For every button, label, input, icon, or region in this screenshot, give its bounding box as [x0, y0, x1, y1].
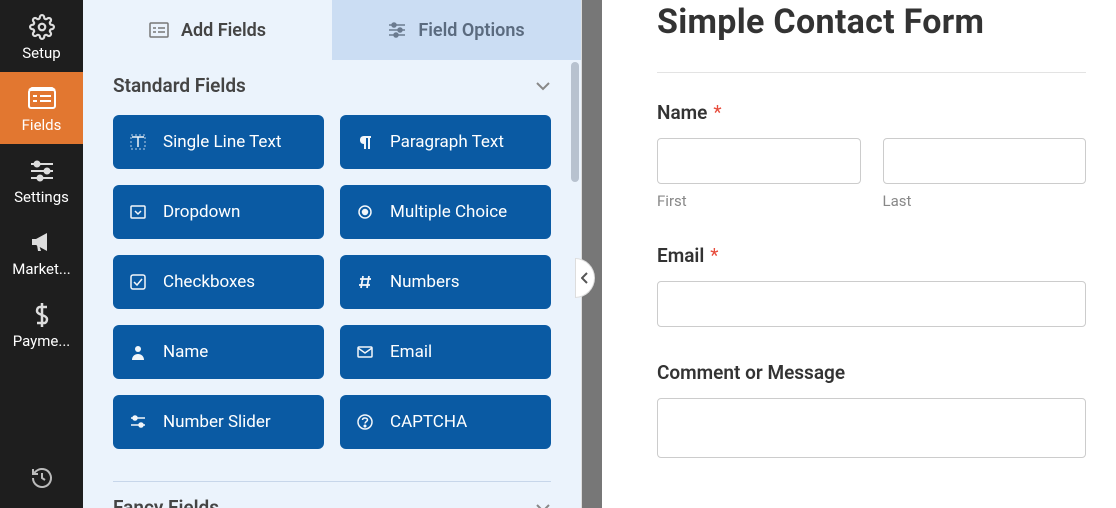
field-name[interactable]: Name	[113, 325, 324, 379]
fields-panel: Add Fields Field Options Standard Fields…	[83, 0, 582, 508]
first-sublabel: First	[657, 192, 861, 210]
field-multiple-choice[interactable]: Multiple Choice	[340, 185, 551, 239]
dollar-icon	[0, 300, 83, 330]
sliders-icon	[0, 156, 83, 186]
resize-gutter	[582, 0, 602, 508]
field-label: Paragraph Text	[390, 132, 504, 152]
radio-icon	[356, 204, 374, 220]
last-sublabel: Last	[883, 192, 1087, 210]
email-label: Email	[657, 244, 704, 267]
checkbox-icon	[129, 274, 147, 290]
history-icon	[30, 466, 54, 490]
title-divider	[657, 72, 1086, 73]
hash-icon	[356, 274, 374, 290]
field-label-row: Comment or Message	[657, 361, 1086, 384]
sidebar-item-payments[interactable]: Payme...	[0, 288, 83, 360]
first-name-input[interactable]	[657, 138, 861, 184]
field-numbers[interactable]: Numbers	[340, 255, 551, 309]
field-label: Numbers	[390, 272, 460, 292]
field-single-line-text[interactable]: Single Line Text	[113, 115, 324, 169]
field-label: Multiple Choice	[390, 202, 507, 222]
last-name-input[interactable]	[883, 138, 1087, 184]
name-label: Name	[657, 101, 707, 124]
field-label: Single Line Text	[163, 132, 281, 152]
section-fancy-fields[interactable]: Fancy Fields	[83, 482, 581, 508]
form-preview: Simple Contact Form Name * First Last Em…	[602, 0, 1116, 508]
tab-add-fields[interactable]: Add Fields	[83, 0, 332, 60]
sidebar-item-history[interactable]	[0, 448, 83, 508]
main-sidebar: Setup Fields Settings Market... Payme...	[0, 0, 83, 508]
section-standard-fields[interactable]: Standard Fields	[83, 60, 581, 103]
page-title: Simple Contact Form	[657, 2, 1086, 42]
sidebar-label: Market...	[0, 260, 83, 278]
comment-textarea[interactable]	[657, 398, 1086, 458]
panel-tabs: Add Fields Field Options	[83, 0, 581, 60]
envelope-icon	[356, 346, 374, 358]
tab-label: Field Options	[418, 20, 524, 41]
field-captcha[interactable]: CAPTCHA	[340, 395, 551, 449]
field-label: Name	[163, 342, 208, 362]
name-field-block[interactable]: Name * First Last	[657, 101, 1086, 210]
person-icon	[129, 344, 147, 360]
email-input[interactable]	[657, 281, 1086, 327]
sidebar-item-marketing[interactable]: Market...	[0, 216, 83, 288]
comment-field-block[interactable]: Comment or Message	[657, 361, 1086, 458]
sidebar-label: Fields	[0, 116, 83, 134]
required-mark: *	[713, 101, 721, 124]
field-label-row: Email *	[657, 244, 1086, 267]
paragraph-icon	[356, 134, 374, 150]
megaphone-icon	[0, 228, 83, 258]
sidebar-item-setup[interactable]: Setup	[0, 0, 83, 72]
sidebar-item-fields[interactable]: Fields	[0, 72, 83, 144]
email-field-block[interactable]: Email *	[657, 244, 1086, 327]
panel-scrollbar[interactable]	[571, 62, 579, 182]
required-mark: *	[710, 244, 718, 267]
section-title: Fancy Fields	[113, 496, 219, 508]
field-label: CAPTCHA	[390, 412, 467, 432]
comment-label: Comment or Message	[657, 361, 845, 384]
field-label: Dropdown	[163, 202, 240, 222]
chevron-down-icon	[535, 503, 551, 508]
field-checkboxes[interactable]: Checkboxes	[113, 255, 324, 309]
field-label: Email	[390, 342, 432, 362]
question-icon	[356, 414, 374, 430]
sidebar-item-settings[interactable]: Settings	[0, 144, 83, 216]
form-icon	[0, 84, 83, 114]
field-label-row: Name *	[657, 101, 1086, 124]
sidebar-label: Settings	[0, 188, 83, 206]
field-label: Number Slider	[163, 412, 271, 432]
chevron-left-icon	[581, 272, 589, 284]
form-small-icon	[149, 22, 169, 38]
field-label: Checkboxes	[163, 272, 255, 292]
field-email[interactable]: Email	[340, 325, 551, 379]
sliders-icon	[129, 415, 147, 429]
gear-icon	[0, 12, 83, 42]
sidebar-label: Setup	[0, 44, 83, 62]
field-dropdown[interactable]: Dropdown	[113, 185, 324, 239]
section-title: Standard Fields	[113, 74, 246, 97]
field-paragraph-text[interactable]: Paragraph Text	[340, 115, 551, 169]
tab-label: Add Fields	[181, 20, 266, 41]
tab-field-options[interactable]: Field Options	[332, 0, 581, 60]
dropdown-icon	[129, 204, 147, 220]
chevron-down-icon	[535, 81, 551, 91]
standard-fields-grid: Single Line Text Paragraph Text Dropdown…	[83, 103, 581, 469]
text-icon	[129, 134, 147, 150]
field-number-slider[interactable]: Number Slider	[113, 395, 324, 449]
sliders-small-icon	[388, 22, 406, 38]
sidebar-label: Payme...	[0, 332, 83, 350]
